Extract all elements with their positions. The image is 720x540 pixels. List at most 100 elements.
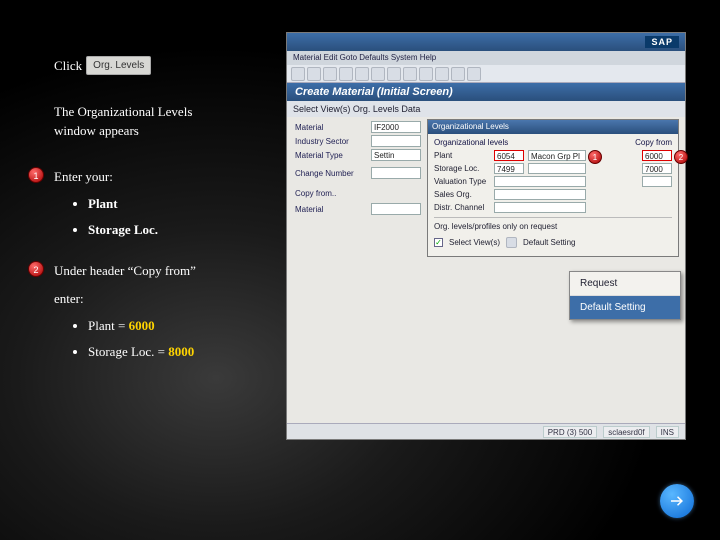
org-only-main: Org. levels/profiles only on request xyxy=(434,222,672,231)
step-2-plant-label: Plant = xyxy=(88,318,129,333)
step-2-storage-label: Storage Loc. = xyxy=(88,344,168,359)
form-row-industry: Industry Sector xyxy=(295,135,421,147)
step-1-item-storage: Storage Loc. xyxy=(88,220,284,240)
appears-paragraph: The Organizational Levels window appears xyxy=(54,102,284,141)
step-2: 2 Under header “Copy from” xyxy=(54,261,284,281)
callout-2: 2 xyxy=(674,150,688,164)
next-button[interactable] xyxy=(660,484,694,518)
form-row-mtype: Material Type Settin xyxy=(295,149,421,161)
step-1-item-plant: Plant xyxy=(88,194,284,214)
arrow-right-icon xyxy=(668,492,686,510)
org-levels-inline-button: Org. Levels xyxy=(86,56,151,75)
sap-subbar[interactable]: Select View(s) Org. Levels Data xyxy=(287,101,685,117)
form-row-copyfrom: Copy from.. xyxy=(295,189,365,198)
org-levels-dialog: Organizational Levels Organizational lev… xyxy=(427,119,679,257)
toolbar-button[interactable] xyxy=(403,67,417,81)
org-label-valtype: Valuation Type xyxy=(434,177,490,186)
org-label-storage: Storage Loc. xyxy=(434,164,490,173)
org-storage-desc[interactable] xyxy=(528,163,586,174)
step-2-item-storage: Storage Loc. = 8000 xyxy=(88,342,284,362)
org-row-salesorg: Sales Org. xyxy=(434,189,672,200)
sap-window: SAP Material Edit Goto Defaults System H… xyxy=(286,32,686,440)
toolbar-button[interactable] xyxy=(435,67,449,81)
toolbar-button[interactable] xyxy=(323,67,337,81)
sap-menubar[interactable]: Material Edit Goto Defaults System Help xyxy=(287,51,685,65)
toolbar-button[interactable] xyxy=(467,67,481,81)
toolbar-button[interactable] xyxy=(419,67,433,81)
org-row-storage: Storage Loc. 7499 7000 xyxy=(434,163,672,174)
default-setting-label[interactable]: Default Setting xyxy=(523,238,575,247)
step-2-badge: 2 xyxy=(28,261,44,277)
status-client: PRD (3) 500 xyxy=(543,426,597,438)
sap-logo: SAP xyxy=(645,36,679,48)
org-storage-field[interactable]: 7499 xyxy=(494,163,524,174)
org-plant-copy[interactable]: 6000 xyxy=(642,150,672,161)
callout-1: 1 xyxy=(588,150,602,164)
toolbar-button[interactable] xyxy=(291,67,305,81)
field-industry[interactable] xyxy=(371,135,421,147)
sap-titlebar: SAP xyxy=(287,33,685,51)
label-change: Change Number xyxy=(295,169,365,178)
toolbar-button[interactable] xyxy=(451,67,465,81)
sap-screen-heading: Create Material (Initial Screen) xyxy=(287,83,685,101)
status-server: sclaesrd0f xyxy=(603,426,649,438)
click-prefix: Click xyxy=(54,56,82,76)
form-row-material2: Material xyxy=(295,203,421,215)
instruction-panel: Click Org. Levels The Organizational Lev… xyxy=(54,56,284,383)
step-2-enter: enter: xyxy=(54,289,284,309)
org-distch-field[interactable] xyxy=(494,202,586,213)
org-heading-left: Organizational levels xyxy=(434,138,508,147)
org-valtype-field[interactable] xyxy=(494,176,586,187)
toolbar-button[interactable] xyxy=(371,67,385,81)
sap-statusbar: PRD (3) 500 sclaesrd0f INS xyxy=(287,423,685,439)
org-row-distch: Distr. Channel xyxy=(434,202,672,213)
step-1: 1 Enter your: xyxy=(54,167,284,187)
field-material2[interactable] xyxy=(371,203,421,215)
form-row-change: Change Number xyxy=(295,167,421,179)
org-label-distch: Distr. Channel xyxy=(434,203,490,212)
org-plant-desc[interactable]: Macon Grp Pl xyxy=(528,150,586,161)
step-2-plant-value: 6000 xyxy=(129,318,155,333)
org-dialog-body: Organizational levels Copy from Plant 60… xyxy=(428,134,678,256)
toolbar-button[interactable] xyxy=(307,67,321,81)
context-popup: Request Default Setting xyxy=(569,271,681,320)
toolbar-button[interactable] xyxy=(339,67,353,81)
toolbar-button[interactable] xyxy=(387,67,401,81)
label-mtype: Material Type xyxy=(295,151,365,160)
click-instruction: Click Org. Levels xyxy=(54,56,284,76)
appears-line-2: window appears xyxy=(54,121,284,141)
label-material: Material xyxy=(295,123,365,132)
org-storage-copy[interactable]: 7000 xyxy=(642,163,672,174)
popup-item-request[interactable]: Request xyxy=(570,272,680,295)
step-2-intro: Under header “Copy from” xyxy=(54,263,196,278)
appears-line-1: The Organizational Levels xyxy=(54,102,284,122)
org-dialog-title: Organizational Levels xyxy=(428,120,678,134)
form-row-material: Material IF2000 xyxy=(295,121,421,133)
field-material[interactable]: IF2000 xyxy=(371,121,421,133)
org-label-salesorg: Sales Org. xyxy=(434,190,490,199)
step-1-intro: Enter your: xyxy=(54,169,113,184)
field-change[interactable] xyxy=(371,167,421,179)
step-2-list: Plant = 6000 Storage Loc. = 8000 xyxy=(88,316,284,361)
toolbar-button[interactable] xyxy=(355,67,369,81)
step-2-item-plant: Plant = 6000 xyxy=(88,316,284,336)
org-column-headings: Organizational levels Copy from xyxy=(434,138,672,147)
org-valtype-copy[interactable] xyxy=(642,176,672,187)
org-salesorg-field[interactable] xyxy=(494,189,586,200)
org-plant-field[interactable]: 6054 xyxy=(494,150,524,161)
popup-item-default[interactable]: Default Setting xyxy=(570,295,680,319)
sap-toolbar xyxy=(287,65,685,83)
label-industry: Industry Sector xyxy=(295,137,365,146)
org-label-plant: Plant xyxy=(434,151,490,160)
sap-body: Material IF2000 Industry Sector Material… xyxy=(287,117,685,417)
select-views-label[interactable]: Select View(s) xyxy=(449,238,500,247)
org-row-valtype: Valuation Type xyxy=(434,176,672,187)
step-1-badge: 1 xyxy=(28,167,44,183)
label-copyfrom: Copy from.. xyxy=(295,189,365,198)
org-row-plant: Plant 6054 Macon Grp Pl 6000 xyxy=(434,150,672,161)
org-bottom-row: ✓ Select View(s) Default Setting xyxy=(434,237,672,248)
checkbox-icon[interactable]: ✓ xyxy=(434,238,443,247)
step-2-storage-value: 8000 xyxy=(168,344,194,359)
field-mtype[interactable]: Settin xyxy=(371,149,421,161)
default-icon[interactable] xyxy=(506,237,517,248)
